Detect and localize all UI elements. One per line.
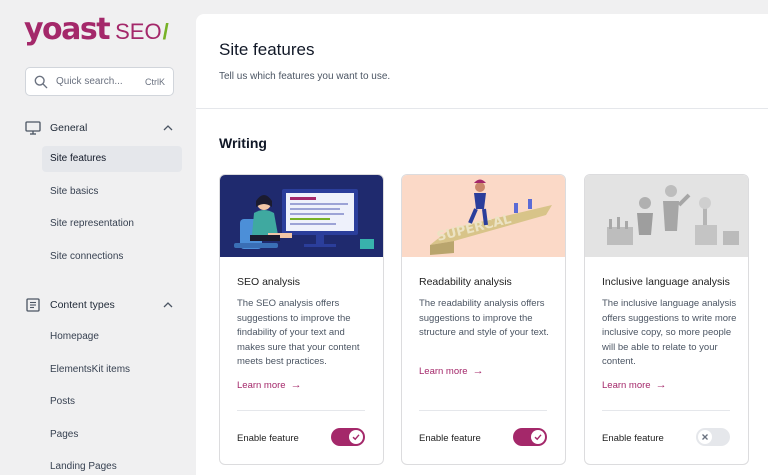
- arrow-right-icon: →: [290, 379, 302, 391]
- section-title-writing: Writing: [219, 135, 267, 151]
- sidebar-item-site-basics[interactable]: Site basics: [42, 179, 182, 205]
- nav-group-content-types-label: Content types: [50, 299, 115, 311]
- enable-feature-label: Enable feature: [602, 433, 664, 444]
- search-input[interactable]: [56, 76, 132, 87]
- sidebar-item-landing-pages[interactable]: Landing Pages: [42, 454, 182, 475]
- logo-slash: /: [162, 19, 169, 44]
- learn-more-link[interactable]: Learn more →: [602, 379, 667, 391]
- search-shortcut: CtrlK: [145, 76, 165, 87]
- sidebar-item-site-features[interactable]: Site features: [42, 146, 182, 172]
- learn-more-label: Learn more: [237, 379, 286, 391]
- check-icon: [534, 434, 542, 441]
- feature-card-seo-analysis: SEO analysis The SEO analysis offers sug…: [219, 174, 384, 465]
- quick-search[interactable]: CtrlK: [25, 67, 174, 96]
- arrow-right-icon: →: [472, 365, 484, 377]
- sidebar-item-homepage[interactable]: Homepage: [42, 324, 182, 350]
- sidebar-item-pages[interactable]: Pages: [42, 422, 182, 448]
- learn-more-link[interactable]: Learn more →: [419, 365, 484, 377]
- toggle-knob: [531, 430, 545, 444]
- nav-group-general[interactable]: General: [0, 115, 195, 141]
- card-divider: [602, 410, 730, 411]
- card-title: Readability analysis: [419, 276, 512, 288]
- sidebar-item-site-representation[interactable]: Site representation: [42, 211, 182, 237]
- sidebar-item-posts[interactable]: Posts: [42, 389, 182, 415]
- nav-group-content-types[interactable]: Content types: [0, 292, 195, 318]
- feature-card-inclusive-language-analysis: Inclusive language analysis The inclusiv…: [584, 174, 749, 465]
- enable-feature-toggle[interactable]: [696, 428, 730, 446]
- readability-analysis-illustration: SUPERCAL: [402, 175, 565, 257]
- nav-section-general: General Site features Site basics Site r…: [0, 115, 195, 276]
- sidebar: yoast SEO / CtrlK General Site features …: [0, 0, 195, 475]
- check-icon: [352, 434, 360, 441]
- main-panel: Site features Tell us which features you…: [196, 14, 768, 475]
- card-description: The readability analysis offers suggesti…: [419, 298, 549, 339]
- chevron-up-icon[interactable]: [163, 302, 173, 308]
- logo-seo-text: SEO: [115, 19, 162, 44]
- search-icon: [34, 75, 48, 88]
- document-icon: [26, 298, 40, 312]
- sidebar-item-site-connections[interactable]: Site connections: [42, 244, 182, 270]
- monitor-icon: [25, 121, 41, 135]
- inclusive-language-illustration: [585, 175, 748, 257]
- learn-more-label: Learn more: [602, 379, 651, 391]
- nav-group-general-label: General: [50, 122, 88, 134]
- enable-feature-label: Enable feature: [419, 433, 481, 444]
- card-title: Inclusive language analysis: [602, 276, 730, 288]
- card-description: The inclusive language analysis offers s…: [602, 298, 737, 368]
- learn-more-label: Learn more: [419, 365, 468, 377]
- yoast-seo-logo[interactable]: yoast SEO /: [24, 12, 169, 47]
- seo-analysis-illustration: [220, 175, 383, 257]
- enable-feature-label: Enable feature: [237, 433, 299, 444]
- card-description: The SEO analysis offers suggestions to i…: [237, 298, 360, 368]
- toggle-knob: [349, 430, 363, 444]
- x-icon: [702, 434, 708, 440]
- arrow-right-icon: →: [655, 379, 667, 391]
- feature-card-readability-analysis: SUPERCAL Readability analysis The readab…: [401, 174, 566, 465]
- card-title: SEO analysis: [237, 276, 301, 288]
- enable-feature-toggle[interactable]: [513, 428, 547, 446]
- card-divider: [419, 410, 547, 411]
- logo-wordmark: yoast: [24, 12, 111, 47]
- page-subtitle: Tell us which features you want to use.: [219, 71, 391, 82]
- toggle-knob: [698, 430, 712, 444]
- chevron-up-icon[interactable]: [163, 125, 173, 131]
- card-divider: [237, 410, 365, 411]
- enable-feature-toggle[interactable]: [331, 428, 365, 446]
- learn-more-link[interactable]: Learn more →: [237, 379, 302, 391]
- page-title: Site features: [219, 40, 315, 59]
- sidebar-item-elementskit-items[interactable]: ElementsKit items: [42, 357, 182, 383]
- nav-section-content-types: Content types Homepage ElementsKit items…: [0, 292, 195, 475]
- page-header: Site features Tell us which features you…: [196, 14, 768, 109]
